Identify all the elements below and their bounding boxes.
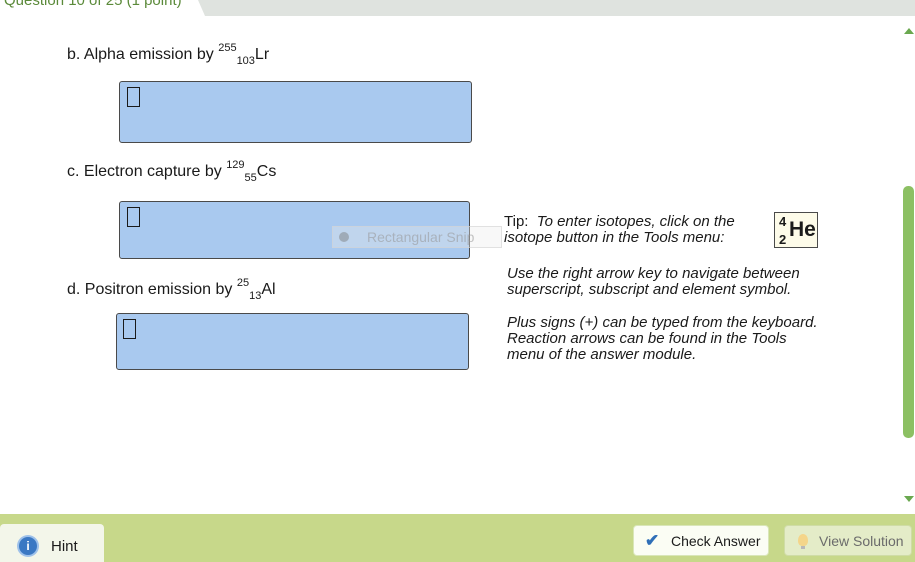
snip-icon <box>339 232 349 242</box>
scrollbar-thumb[interactable] <box>903 186 914 438</box>
question-d-prefix: d. Positron emission by <box>67 281 237 298</box>
question-b-mass: 255 <box>218 41 237 54</box>
question-tab: Question 10 of 25 (1 point) <box>0 0 205 16</box>
check-answer-label: Check Answer <box>671 533 761 549</box>
isotope-example-symbol: He <box>789 218 816 241</box>
question-label: Question 10 of 25 (1 point) <box>4 0 182 9</box>
question-c-prefix: c. Electron capture by <box>67 163 227 180</box>
checkmark-icon: ✔ <box>645 531 660 550</box>
answer-d-input-cursor[interactable] <box>123 319 136 339</box>
question-d-symbol: Al <box>261 281 276 298</box>
question-d-mass: 25 <box>236 276 250 289</box>
info-icon: i <box>19 537 37 555</box>
question-c: c. Electron capture by 12955Cs <box>67 159 277 185</box>
question-c-atomic: 55 <box>244 172 257 185</box>
tip-para2-line2: superscript, subscript and element symbo… <box>507 281 792 298</box>
hint-button[interactable]: i Hint <box>0 524 104 562</box>
isotope-example-atomic: 2 <box>779 232 787 247</box>
tip-text-2: Use the right arrow key to navigate betw… <box>507 266 800 298</box>
question-b-atomic: 103 <box>236 55 255 68</box>
check-answer-button[interactable]: ✔ Check Answer <box>633 525 769 556</box>
tip-para2-line1: Use the right arrow key to navigate betw… <box>507 265 800 282</box>
answer-c-input-cursor[interactable] <box>127 207 140 227</box>
question-b: b. Alpha emission by 255103Lr <box>67 42 270 68</box>
isotope-button-example: 4 2 He <box>774 212 818 248</box>
tip-para3-line1: Plus signs (+) can be typed from the key… <box>507 314 818 331</box>
answer-box-d[interactable] <box>116 313 469 370</box>
isotope-example-mass: 4 <box>779 214 787 229</box>
tip-line-1: To enter isotopes, click on the <box>536 213 735 230</box>
question-d-atomic: 13 <box>249 290 262 303</box>
scroll-down-arrow-icon[interactable] <box>904 496 914 502</box>
question-c-mass: 129 <box>226 158 245 171</box>
view-solution-button[interactable]: View Solution <box>784 525 912 556</box>
tip-para3-line2: Reaction arrows can be found in the Tool… <box>507 330 787 347</box>
tip-label: Tip: <box>504 213 529 230</box>
answer-box-b[interactable] <box>119 81 472 143</box>
question-b-symbol: Lr <box>254 46 270 63</box>
tip-line-2: isotope button in the Tools menu: <box>504 229 725 246</box>
question-b-prefix: b. Alpha emission by <box>67 46 219 63</box>
hint-label: Hint <box>51 538 78 555</box>
question-d: d. Positron emission by 2513Al <box>67 277 276 303</box>
lightbulb-icon <box>798 534 808 549</box>
snip-label: Rectangular Snip <box>367 229 475 245</box>
top-bar: Question 10 of 25 (1 point) <box>0 0 915 16</box>
rectangular-snip-overlay: Rectangular Snip <box>332 226 502 248</box>
question-c-symbol: Cs <box>256 163 277 180</box>
answer-b-input-cursor[interactable] <box>127 87 140 107</box>
tip-para3-line3: menu of the answer module. <box>507 346 697 363</box>
tip-text-1: Tip: To enter isotopes, click on the iso… <box>504 214 735 246</box>
scroll-up-arrow-icon[interactable] <box>904 28 914 34</box>
tip-text-3: Plus signs (+) can be typed from the key… <box>507 315 818 363</box>
footer-bar <box>0 514 915 562</box>
view-solution-label: View Solution <box>819 533 904 549</box>
